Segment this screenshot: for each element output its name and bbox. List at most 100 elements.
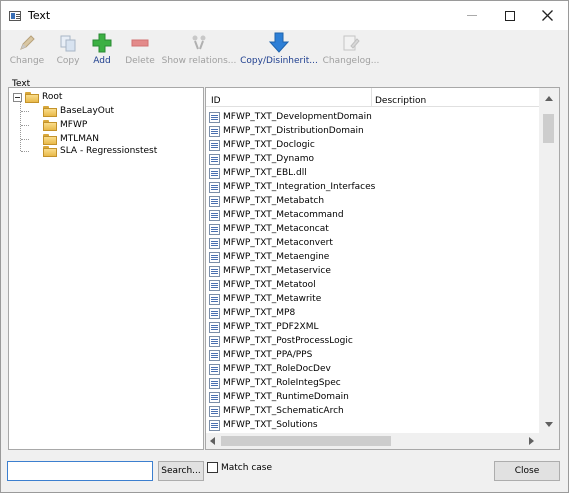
text-item-icon bbox=[209, 195, 220, 207]
list-item[interactable]: MFWP_TXT_Integration_Interfaces bbox=[209, 180, 539, 194]
close-icon bbox=[541, 10, 553, 21]
folder-icon bbox=[43, 133, 57, 145]
text-item-icon bbox=[209, 391, 220, 403]
minus-icon bbox=[129, 32, 151, 54]
list-item[interactable]: MFWP_TXT_Metacommand bbox=[209, 208, 539, 222]
list-item[interactable]: MFWP_TXT_Metawrite bbox=[209, 292, 539, 306]
window-title: Text bbox=[28, 9, 51, 22]
tree-item-sla-regressionstest[interactable]: SLA - Regressionstest bbox=[43, 144, 157, 158]
delete-button[interactable]: Delete bbox=[124, 30, 156, 74]
text-item-icon bbox=[209, 349, 220, 361]
text-item-icon bbox=[209, 209, 220, 221]
copy-button[interactable]: Copy bbox=[53, 30, 83, 74]
list-item[interactable]: MFWP_TXT_PDF2XML bbox=[209, 320, 539, 334]
toolbar: Change Copy Add Delete Show relations... bbox=[1, 30, 568, 74]
tree-item-root[interactable]: Root bbox=[13, 90, 62, 104]
text-item-icon bbox=[209, 405, 220, 417]
vertical-scroll-thumb[interactable] bbox=[543, 114, 554, 143]
list-item[interactable]: MFWP_TXT_EBL.dll bbox=[209, 166, 539, 180]
tree-connector bbox=[21, 111, 29, 112]
text-item-icon bbox=[209, 279, 220, 291]
list-item[interactable]: MFWP_TXT_Metaconcat bbox=[209, 222, 539, 236]
copy-icon bbox=[57, 32, 79, 54]
text-item-icon bbox=[209, 307, 220, 319]
list-rows: MFWP_TXT_DevelopmentDomain MFWP_TXT_Dist… bbox=[209, 110, 539, 432]
text-item-icon bbox=[209, 321, 220, 333]
tree-connector bbox=[21, 125, 29, 126]
changelog-icon bbox=[340, 32, 362, 54]
text-dialog-window: Text Change Copy Add Delete Show relatio… bbox=[0, 0, 569, 493]
text-list[interactable]: ID Description MFWP_TXT_DevelopmentDomai… bbox=[205, 87, 560, 450]
horizontal-scrollbar[interactable] bbox=[206, 433, 539, 449]
list-item[interactable]: MFWP_TXT_Doclogic bbox=[209, 138, 539, 152]
list-item[interactable]: MFWP_TXT_Metaengine bbox=[209, 250, 539, 264]
close-button[interactable]: Close bbox=[494, 461, 560, 481]
change-button[interactable]: Change bbox=[10, 30, 44, 74]
list-item[interactable]: MFWP_TXT_Metabatch bbox=[209, 194, 539, 208]
list-item[interactable]: MFWP_TXT_RoleIntegSpec bbox=[209, 376, 539, 390]
text-item-icon bbox=[209, 419, 220, 431]
list-item[interactable]: MFWP_TXT_DistributionDomain bbox=[209, 124, 539, 138]
search-input[interactable] bbox=[7, 461, 153, 481]
changelog-button[interactable]: Changelog... bbox=[323, 30, 379, 74]
plus-icon bbox=[91, 32, 113, 54]
column-header-id[interactable]: ID bbox=[211, 96, 221, 106]
column-divider[interactable] bbox=[371, 88, 372, 107]
search-button[interactable]: Search... bbox=[158, 461, 204, 481]
minimize-icon bbox=[467, 15, 477, 16]
scroll-up-icon[interactable] bbox=[545, 96, 553, 101]
folder-icon bbox=[25, 91, 39, 103]
text-item-icon bbox=[209, 223, 220, 235]
tree-item-baselayout[interactable]: BaseLayOut bbox=[43, 104, 114, 118]
scroll-right-icon[interactable] bbox=[529, 437, 534, 445]
folder-icon bbox=[43, 119, 57, 131]
tree-connector bbox=[21, 139, 29, 140]
match-case-option[interactable]: Match case bbox=[207, 462, 272, 473]
text-item-icon bbox=[209, 139, 220, 151]
tree-connector bbox=[21, 151, 29, 152]
text-item-icon bbox=[209, 181, 220, 193]
text-item-icon bbox=[209, 167, 220, 179]
match-case-checkbox[interactable] bbox=[207, 462, 218, 473]
maximize-icon bbox=[505, 10, 515, 21]
copy-disinherit-button[interactable]: Copy/Disinherit... bbox=[240, 30, 318, 74]
list-item[interactable]: MFWP_TXT_DevelopmentDomain bbox=[209, 110, 539, 124]
text-item-icon bbox=[209, 251, 220, 263]
horizontal-scroll-thumb[interactable] bbox=[221, 436, 391, 446]
scroll-left-icon[interactable] bbox=[210, 437, 215, 445]
list-item[interactable]: MFWP_TXT_Dynamo bbox=[209, 152, 539, 166]
list-item[interactable]: MFWP_TXT_RoleDocDev bbox=[209, 362, 539, 376]
list-item[interactable]: MFWP_TXT_Metaconvert bbox=[209, 236, 539, 250]
text-item-icon bbox=[209, 125, 220, 137]
list-item[interactable]: MFWP_TXT_Metaservice bbox=[209, 264, 539, 278]
text-item-icon bbox=[209, 293, 220, 305]
column-header-description[interactable]: Description bbox=[375, 96, 426, 106]
tree-item-mfwp[interactable]: MFWP bbox=[43, 118, 87, 132]
text-item-icon bbox=[209, 335, 220, 347]
collapse-icon[interactable] bbox=[13, 92, 22, 102]
match-case-label: Match case bbox=[221, 462, 273, 473]
list-item[interactable]: MFWP_TXT_Solutions bbox=[209, 418, 539, 432]
arrow-down-icon bbox=[268, 32, 290, 54]
list-item[interactable]: MFWP_TXT_SchematicArch bbox=[209, 404, 539, 418]
text-item-icon bbox=[209, 363, 220, 375]
add-button[interactable]: Add bbox=[89, 30, 115, 74]
title-bar: Text bbox=[1, 1, 568, 30]
list-item[interactable]: MFWP_TXT_PPA/PPS bbox=[209, 348, 539, 362]
list-item[interactable]: MFWP_TXT_Metatool bbox=[209, 278, 539, 292]
scroll-down-icon[interactable] bbox=[545, 422, 553, 427]
text-item-icon bbox=[209, 111, 220, 123]
list-header: ID Description bbox=[206, 88, 539, 107]
close-window-button[interactable] bbox=[525, 1, 569, 30]
scrollbar-corner bbox=[539, 433, 559, 449]
list-item[interactable]: MFWP_TXT_PostProcessLogic bbox=[209, 334, 539, 348]
vertical-scrollbar[interactable] bbox=[539, 88, 559, 433]
list-item[interactable]: MFWP_TXT_MP8 bbox=[209, 306, 539, 320]
list-item[interactable]: MFWP_TXT_RuntimeDomain bbox=[209, 390, 539, 404]
text-item-icon bbox=[209, 377, 220, 389]
folder-icon bbox=[43, 145, 57, 157]
text-item-icon bbox=[209, 237, 220, 249]
show-relations-button[interactable]: Show relations... bbox=[162, 30, 236, 74]
folder-tree[interactable]: Root BaseLayOut MFWP MTLMAN SLA - Regres… bbox=[8, 87, 204, 450]
pencil-icon bbox=[16, 32, 38, 54]
